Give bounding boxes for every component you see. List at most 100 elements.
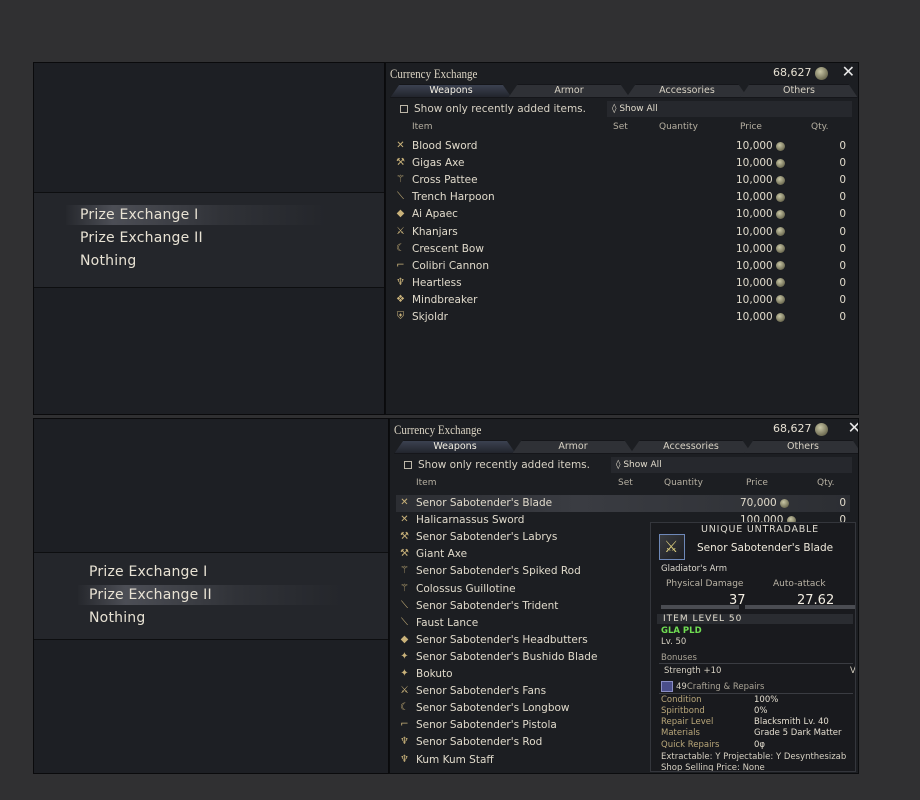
tab-accessories[interactable]: Accessories	[630, 440, 752, 454]
axe-icon: ⚒	[396, 157, 405, 169]
coin-icon	[776, 175, 786, 185]
shield-icon: ⛨	[396, 311, 405, 322]
physical-damage-label: Physical Damage	[666, 579, 744, 589]
category-tabs: Weapons Armor Accessories Others	[390, 84, 858, 98]
shop-selling-price: Shop Selling Price: None	[661, 763, 765, 772]
item-qty: 0	[839, 311, 846, 323]
menu-panel-top: Prize Exchange I Prize Exchange II Nothi…	[33, 62, 385, 415]
header-price: Price	[740, 122, 762, 132]
item-price: 10,000	[736, 208, 786, 220]
katana-icon: ✦	[400, 650, 409, 662]
book-icon: ❖	[396, 293, 405, 305]
item-name: Senor Sabotender's Headbutters	[416, 633, 588, 646]
tab-others[interactable]: Others	[740, 84, 858, 98]
show-all-dropdown[interactable]: ◊ Show All	[607, 101, 852, 117]
table-row[interactable]: ⚔ Khanjars 10,000 0	[392, 224, 850, 241]
menu-item-prize-exchange-2[interactable]: Prize Exchange II	[80, 230, 203, 246]
crafting-header: 49Crafting & Repairs	[661, 681, 764, 692]
tab-accessories[interactable]: Accessories	[626, 84, 748, 98]
item-name: Colossus Guillotine	[416, 582, 516, 595]
bow-icon: ☾	[396, 242, 405, 254]
tab-armor[interactable]: Armor	[508, 84, 630, 98]
table-row[interactable]: ⚒ Gigas Axe 10,000 0	[392, 155, 850, 172]
menu-item-nothing[interactable]: Nothing	[80, 253, 136, 269]
table-row[interactable]: ☾ Crescent Bow 10,000 0	[392, 241, 850, 258]
item-name: Khanjars	[412, 225, 458, 238]
table-row[interactable]: ❖ Mindbreaker 10,000 0	[392, 292, 850, 309]
table-row[interactable]: ♆ Heartless 10,000 0	[392, 275, 850, 292]
item-qty: 0	[839, 208, 846, 221]
menu-item-prize-exchange-1[interactable]: Prize Exchange I	[80, 207, 198, 223]
header-set: Set	[618, 478, 633, 488]
sword-icon: ✕	[400, 514, 409, 526]
menu-item-nothing[interactable]: Nothing	[89, 610, 145, 626]
recent-filter[interactable]: Show only recently added items.	[404, 459, 590, 471]
table-row[interactable]: ✕ Senor Sabotender's Blade 70,000 0	[396, 495, 850, 512]
table-row[interactable]: ⛨ Skjoldr 10,000 0	[392, 309, 850, 326]
item-name: Senor Sabotender's Longbow	[416, 702, 570, 715]
spiritbond-label: Spiritbond	[661, 706, 705, 716]
condition-value: 100%	[754, 695, 779, 705]
close-icon[interactable]: ✕	[842, 63, 855, 81]
recent-checkbox[interactable]	[404, 461, 412, 469]
table-row[interactable]: ⚚ Cross Pattee 10,000 0	[392, 172, 850, 189]
repair-level-value: Blacksmith Lv. 40	[754, 717, 829, 727]
header-qty: Qty.	[811, 122, 829, 132]
item-price: 10,000	[736, 226, 786, 238]
tab-others[interactable]: Others	[744, 440, 858, 454]
item-sword-icon: ⚔	[659, 534, 685, 560]
divider	[659, 663, 853, 664]
item-qty: 0	[839, 497, 846, 509]
bow-icon: ☾	[400, 702, 409, 714]
coin-icon	[776, 278, 786, 288]
coin-icon	[776, 209, 786, 219]
table-row[interactable]: ⌐ Colibri Cannon 10,000 0	[392, 258, 850, 275]
item-name: Senor Sabotender's Bushido Blade	[416, 650, 598, 663]
header-price: Price	[746, 478, 768, 488]
bonus-strength: Strength +10	[664, 666, 722, 676]
tab-weapons[interactable]: Weapons	[394, 440, 516, 454]
recent-checkbox[interactable]	[400, 105, 408, 113]
item-name: Colibri Cannon	[412, 259, 489, 272]
item-name: Senor Sabotender's Blade	[416, 497, 553, 509]
lance-icon: ⚚	[400, 565, 409, 577]
show-all-dropdown[interactable]: ◊ Show All	[611, 457, 852, 473]
auto-attack-label: Auto-attack	[773, 579, 826, 589]
repair-level-label: Repair Level	[661, 717, 714, 727]
close-icon[interactable]: ✕	[848, 419, 858, 437]
table-row[interactable]: ◆ Ai Apaec 10,000 0	[392, 206, 850, 223]
gil-amount: 68,627	[773, 422, 828, 436]
item-name: Giant Axe	[416, 548, 468, 561]
harpoon-icon: ⟍	[401, 599, 408, 611]
recent-filter[interactable]: Show only recently added items.	[400, 103, 586, 115]
tab-weapons[interactable]: Weapons	[390, 84, 512, 98]
item-name: Halicarnassus Sword	[416, 514, 525, 527]
item-price: 10,000	[736, 311, 786, 323]
bonus-truncated: V	[850, 666, 856, 676]
item-price: 10,000	[736, 191, 786, 203]
item-qty: 0	[839, 259, 846, 272]
tab-armor[interactable]: Armor	[512, 440, 634, 454]
sword-icon: ✕	[400, 497, 409, 508]
item-name: Senor Sabotender's Spiked Rod	[416, 565, 581, 578]
stat-bar	[745, 605, 855, 609]
table-row[interactable]: ✕ Blood Sword 10,000 0	[392, 138, 850, 155]
item-name: Cross Pattee	[412, 174, 478, 187]
menu-item-prize-exchange-1[interactable]: Prize Exchange I	[89, 564, 207, 580]
coin-icon	[776, 261, 786, 271]
item-name: Kum Kum Staff	[416, 753, 494, 766]
item-name: Senor Sabotender's Pistola	[416, 719, 557, 732]
materia-icon	[661, 681, 673, 692]
menu-item-prize-exchange-2[interactable]: Prize Exchange II	[89, 587, 212, 603]
coin-icon	[776, 158, 786, 168]
harpoon-icon: ⟍	[397, 191, 404, 203]
item-name: Gigas Axe	[412, 157, 465, 170]
item-name: Bokuto	[416, 668, 453, 680]
table-row[interactable]: ⟍ Trench Harpoon 10,000 0	[392, 189, 850, 206]
item-qty: 0	[839, 157, 846, 170]
item-price: 10,000	[736, 243, 786, 255]
item-qty: 0	[839, 191, 846, 204]
item-name: Heartless	[412, 276, 462, 289]
recent-filter-label: Show only recently added items.	[414, 103, 586, 115]
item-required-level: Lv. 50	[661, 637, 687, 647]
